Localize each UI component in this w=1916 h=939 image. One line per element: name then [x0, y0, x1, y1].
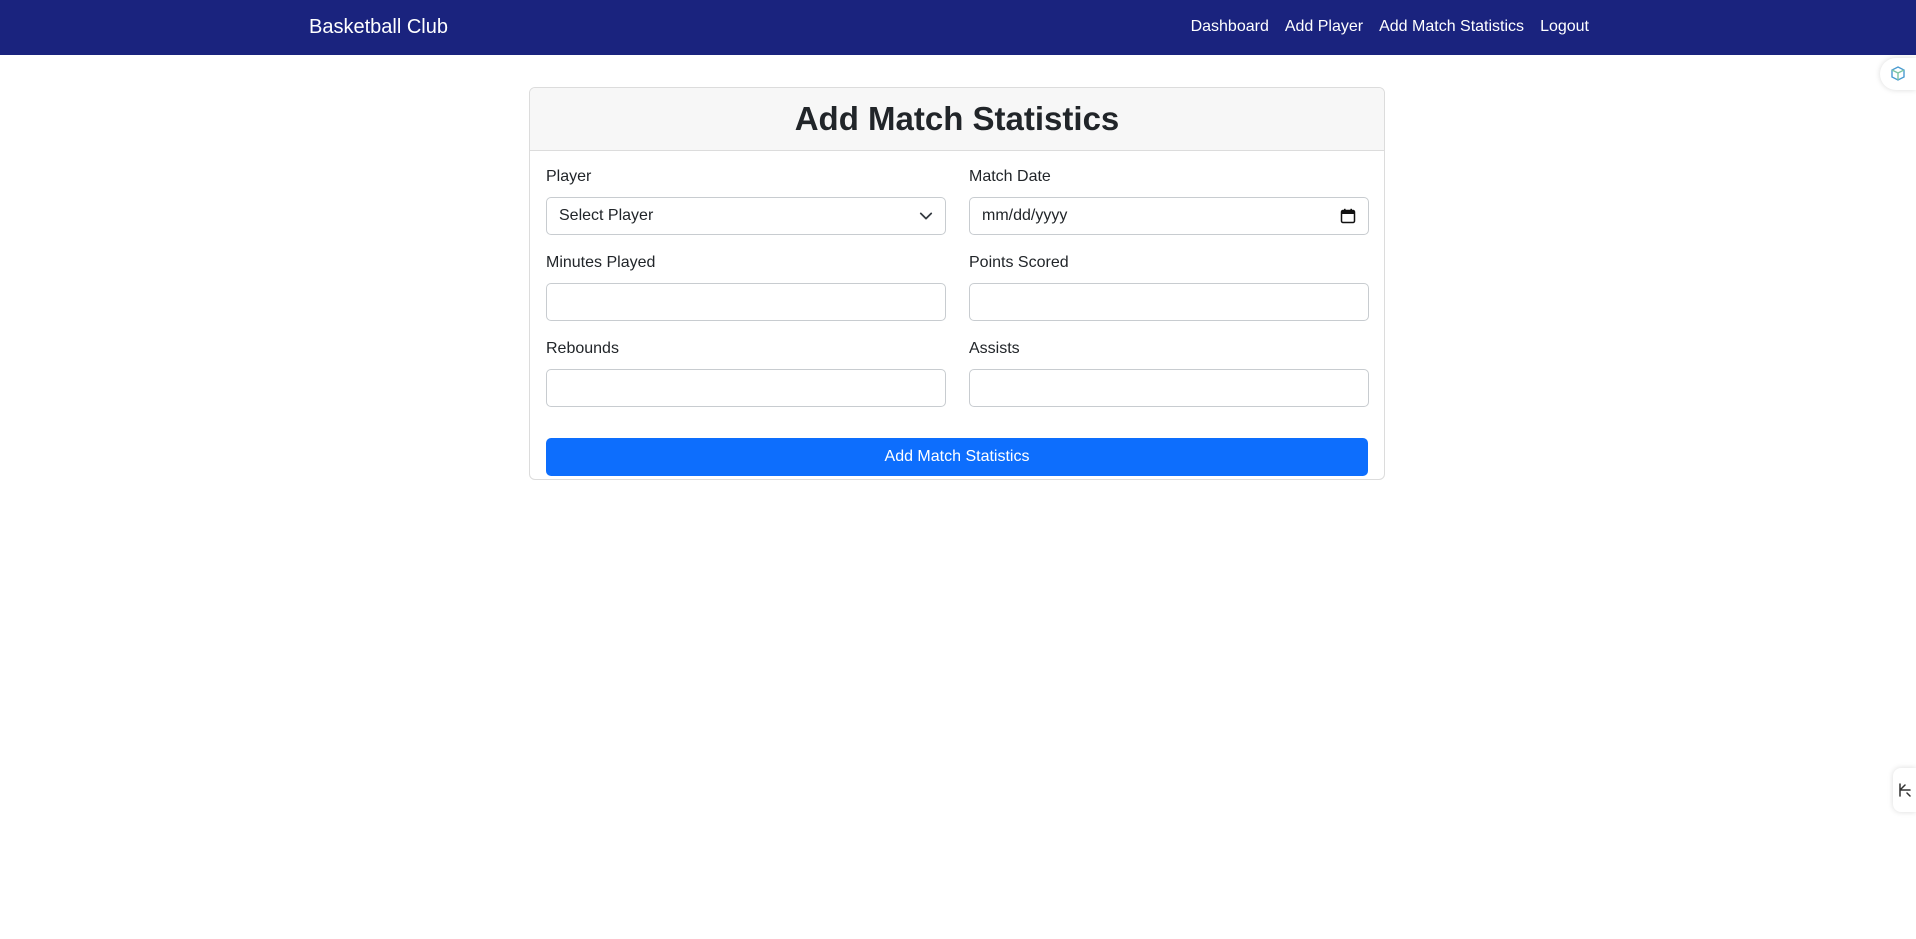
- page-title: Add Match Statistics: [794, 100, 1120, 137]
- nav-add-player[interactable]: Add Player: [1277, 16, 1371, 38]
- match-stats-form: Player Select Player Match Date mm/dd/yy…: [530, 151, 1384, 476]
- match-date-placeholder: mm/dd/yyyy: [982, 207, 1068, 224]
- rebounds-wrapper: [546, 369, 946, 407]
- assists-field: Assists: [969, 339, 1369, 407]
- assists-wrapper: [969, 369, 1369, 407]
- calendar-icon[interactable]: [1340, 208, 1356, 224]
- sidebar-toggle-icon: [1898, 783, 1911, 797]
- extension-widget-bottom[interactable]: [1893, 768, 1916, 812]
- assists-label: Assists: [969, 340, 1020, 357]
- player-field: Player Select Player: [546, 167, 946, 235]
- extension-widget-top[interactable]: [1880, 58, 1916, 90]
- chevron-down-icon: [919, 212, 933, 220]
- extension-icon: [1891, 66, 1905, 81]
- nav-logout[interactable]: Logout: [1532, 16, 1597, 38]
- match-date-field: Match Date mm/dd/yyyy: [969, 167, 1369, 235]
- match-date-input[interactable]: mm/dd/yyyy: [969, 197, 1369, 235]
- add-match-statistics-button[interactable]: Add Match Statistics: [546, 438, 1368, 476]
- player-label: Player: [546, 168, 592, 185]
- match-stats-card: Add Match Statistics Player Select Playe…: [529, 87, 1385, 480]
- card-header: Add Match Statistics: [530, 88, 1384, 151]
- points-scored-field: Points Scored: [969, 253, 1369, 321]
- minutes-played-label: Minutes Played: [546, 254, 656, 271]
- match-date-label: Match Date: [969, 168, 1051, 185]
- player-select-value: Select Player: [559, 207, 654, 224]
- nav-add-match-statistics[interactable]: Add Match Statistics: [1371, 16, 1532, 38]
- navbar: Basketball Club Dashboard Add Player Add…: [0, 0, 1916, 55]
- player-select[interactable]: Select Player: [546, 197, 946, 235]
- nav-dashboard[interactable]: Dashboard: [1183, 16, 1277, 38]
- minutes-played-input[interactable]: [559, 284, 933, 320]
- rebounds-label: Rebounds: [546, 340, 619, 357]
- rebounds-input[interactable]: [559, 370, 933, 406]
- minutes-played-field: Minutes Played: [546, 253, 946, 321]
- brand-link[interactable]: Basketball Club: [309, 14, 448, 40]
- nav-links: Dashboard Add Player Add Match Statistic…: [1183, 16, 1597, 38]
- points-scored-input[interactable]: [982, 284, 1356, 320]
- rebounds-field: Rebounds: [546, 339, 946, 407]
- points-scored-label: Points Scored: [969, 254, 1069, 271]
- minutes-played-wrapper: [546, 283, 946, 321]
- points-scored-wrapper: [969, 283, 1369, 321]
- assists-input[interactable]: [982, 370, 1356, 406]
